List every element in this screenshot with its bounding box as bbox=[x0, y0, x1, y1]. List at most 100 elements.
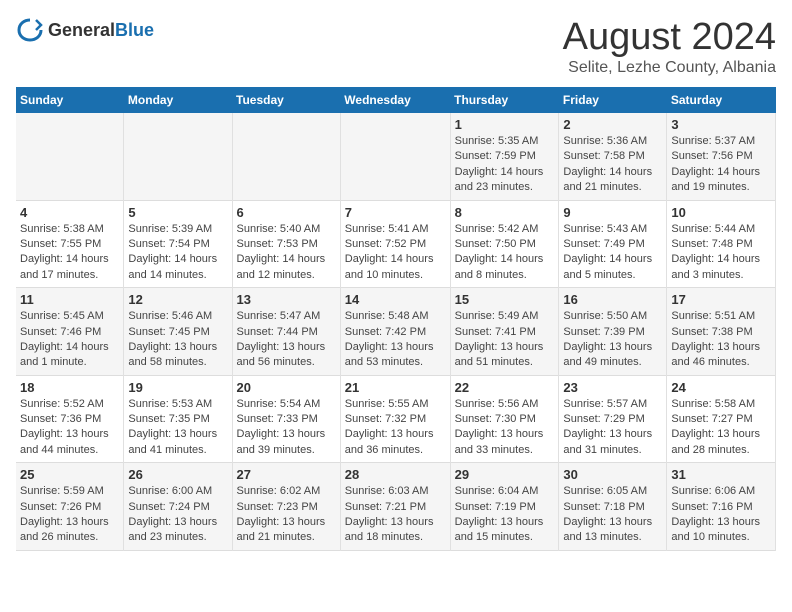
calendar-cell: 17 Sunrise: 5:51 AM Sunset: 7:38 PM Dayli… bbox=[667, 288, 776, 376]
calendar-cell: 13 Sunrise: 5:47 AM Sunset: 7:44 PM Dayli… bbox=[232, 288, 340, 376]
logo-blue-text: Blue bbox=[115, 20, 154, 40]
day-info: Sunrise: 5:38 AM Sunset: 7:55 PM Dayligh… bbox=[20, 222, 119, 284]
calendar-cell: 26 Sunrise: 6:00 AM Sunset: 7:24 PM Dayli… bbox=[124, 463, 232, 551]
title-area: August 2024 Selite, Lezhe County, Albani… bbox=[563, 16, 776, 77]
day-number: 9 bbox=[563, 205, 662, 220]
week-row-1: 1 Sunrise: 5:35 AM Sunset: 7:59 PM Daylig… bbox=[16, 113, 776, 200]
day-info: Sunrise: 5:35 AM Sunset: 7:59 PM Dayligh… bbox=[455, 134, 555, 196]
weekday-header-wednesday: Wednesday bbox=[340, 87, 450, 113]
day-number: 8 bbox=[455, 205, 555, 220]
calendar-cell: 4 Sunrise: 5:38 AM Sunset: 7:55 PM Daylig… bbox=[16, 200, 124, 288]
calendar-cell bbox=[16, 113, 124, 200]
day-info: Sunrise: 5:45 AM Sunset: 7:46 PM Dayligh… bbox=[20, 309, 119, 371]
day-info: Sunrise: 6:03 AM Sunset: 7:21 PM Dayligh… bbox=[345, 484, 446, 546]
day-number: 4 bbox=[20, 205, 119, 220]
day-number: 26 bbox=[128, 467, 227, 482]
calendar-cell bbox=[340, 113, 450, 200]
day-info: Sunrise: 5:54 AM Sunset: 7:33 PM Dayligh… bbox=[237, 397, 336, 459]
day-number: 27 bbox=[237, 467, 336, 482]
day-number: 3 bbox=[671, 117, 771, 132]
day-number: 1 bbox=[455, 117, 555, 132]
day-info: Sunrise: 6:05 AM Sunset: 7:18 PM Dayligh… bbox=[563, 484, 662, 546]
calendar-cell: 29 Sunrise: 6:04 AM Sunset: 7:19 PM Dayli… bbox=[450, 463, 559, 551]
calendar-cell: 15 Sunrise: 5:49 AM Sunset: 7:41 PM Dayli… bbox=[450, 288, 559, 376]
calendar-cell: 20 Sunrise: 5:54 AM Sunset: 7:33 PM Dayli… bbox=[232, 375, 340, 463]
calendar-cell: 23 Sunrise: 5:57 AM Sunset: 7:29 PM Dayli… bbox=[559, 375, 667, 463]
weekday-header-sunday: Sunday bbox=[16, 87, 124, 113]
day-number: 14 bbox=[345, 292, 446, 307]
day-number: 13 bbox=[237, 292, 336, 307]
day-number: 19 bbox=[128, 380, 227, 395]
day-number: 31 bbox=[671, 467, 771, 482]
calendar-table: SundayMondayTuesdayWednesdayThursdayFrid… bbox=[16, 87, 776, 551]
day-info: Sunrise: 5:52 AM Sunset: 7:36 PM Dayligh… bbox=[20, 397, 119, 459]
calendar-cell: 19 Sunrise: 5:53 AM Sunset: 7:35 PM Dayli… bbox=[124, 375, 232, 463]
weekday-header-tuesday: Tuesday bbox=[232, 87, 340, 113]
day-number: 23 bbox=[563, 380, 662, 395]
calendar-cell: 8Sunrise: 5:42 AM Sunset: 7:50 PM Daylig… bbox=[450, 200, 559, 288]
day-number: 15 bbox=[455, 292, 555, 307]
main-title: August 2024 bbox=[563, 16, 776, 59]
calendar-cell: 16 Sunrise: 5:50 AM Sunset: 7:39 PM Dayli… bbox=[559, 288, 667, 376]
calendar-cell: 14 Sunrise: 5:48 AM Sunset: 7:42 PM Dayli… bbox=[340, 288, 450, 376]
week-row-4: 18 Sunrise: 5:52 AM Sunset: 7:36 PM Dayli… bbox=[16, 375, 776, 463]
calendar-cell: 1 Sunrise: 5:35 AM Sunset: 7:59 PM Daylig… bbox=[450, 113, 559, 200]
day-info: Sunrise: 6:04 AM Sunset: 7:19 PM Dayligh… bbox=[455, 484, 555, 546]
logo-icon bbox=[16, 16, 44, 44]
day-number: 10 bbox=[671, 205, 771, 220]
calendar-cell: 12 Sunrise: 5:46 AM Sunset: 7:45 PM Dayli… bbox=[124, 288, 232, 376]
day-number: 28 bbox=[345, 467, 446, 482]
calendar-cell: 6 Sunrise: 5:40 AM Sunset: 7:53 PM Daylig… bbox=[232, 200, 340, 288]
calendar-cell: 10 Sunrise: 5:44 AM Sunset: 7:48 PM Dayli… bbox=[667, 200, 776, 288]
day-info: Sunrise: 6:06 AM Sunset: 7:16 PM Dayligh… bbox=[671, 484, 771, 546]
calendar-cell: 7 Sunrise: 5:41 AM Sunset: 7:52 PM Daylig… bbox=[340, 200, 450, 288]
calendar-cell: 28 Sunrise: 6:03 AM Sunset: 7:21 PM Dayli… bbox=[340, 463, 450, 551]
page-header: GeneralBlue August 2024 Selite, Lezhe Co… bbox=[16, 16, 776, 77]
calendar-cell: 18 Sunrise: 5:52 AM Sunset: 7:36 PM Dayli… bbox=[16, 375, 124, 463]
day-info: Sunrise: 5:53 AM Sunset: 7:35 PM Dayligh… bbox=[128, 397, 227, 459]
day-number: 17 bbox=[671, 292, 771, 307]
day-info: Sunrise: 5:51 AM Sunset: 7:38 PM Dayligh… bbox=[671, 309, 771, 371]
day-info: Sunrise: 5:50 AM Sunset: 7:39 PM Dayligh… bbox=[563, 309, 662, 371]
day-info: Sunrise: 5:41 AM Sunset: 7:52 PM Dayligh… bbox=[345, 222, 446, 284]
day-info: Sunrise: 5:58 AM Sunset: 7:27 PM Dayligh… bbox=[671, 397, 771, 459]
day-info: Sunrise: 5:57 AM Sunset: 7:29 PM Dayligh… bbox=[563, 397, 662, 459]
weekday-header-monday: Monday bbox=[124, 87, 232, 113]
day-info: Sunrise: 5:48 AM Sunset: 7:42 PM Dayligh… bbox=[345, 309, 446, 371]
day-info: Sunrise: 5:43 AM Sunset: 7:49 PM Dayligh… bbox=[563, 222, 662, 284]
week-row-5: 25Sunrise: 5:59 AM Sunset: 7:26 PM Dayli… bbox=[16, 463, 776, 551]
day-info: Sunrise: 6:00 AM Sunset: 7:24 PM Dayligh… bbox=[128, 484, 227, 546]
day-info: Sunrise: 5:55 AM Sunset: 7:32 PM Dayligh… bbox=[345, 397, 446, 459]
calendar-cell: 2Sunrise: 5:36 AM Sunset: 7:58 PM Daylig… bbox=[559, 113, 667, 200]
day-number: 29 bbox=[455, 467, 555, 482]
day-info: Sunrise: 5:46 AM Sunset: 7:45 PM Dayligh… bbox=[128, 309, 227, 371]
day-number: 7 bbox=[345, 205, 446, 220]
week-row-3: 11Sunrise: 5:45 AM Sunset: 7:46 PM Dayli… bbox=[16, 288, 776, 376]
day-number: 6 bbox=[237, 205, 336, 220]
calendar-cell: 21 Sunrise: 5:55 AM Sunset: 7:32 PM Dayli… bbox=[340, 375, 450, 463]
day-number: 30 bbox=[563, 467, 662, 482]
day-info: Sunrise: 5:47 AM Sunset: 7:44 PM Dayligh… bbox=[237, 309, 336, 371]
day-number: 25 bbox=[20, 467, 119, 482]
day-info: Sunrise: 5:44 AM Sunset: 7:48 PM Dayligh… bbox=[671, 222, 771, 284]
calendar-cell: 5Sunrise: 5:39 AM Sunset: 7:54 PM Daylig… bbox=[124, 200, 232, 288]
logo-general-text: General bbox=[48, 20, 115, 40]
calendar-cell: 3Sunrise: 5:37 AM Sunset: 7:56 PM Daylig… bbox=[667, 113, 776, 200]
calendar-cell bbox=[232, 113, 340, 200]
day-number: 12 bbox=[128, 292, 227, 307]
day-number: 16 bbox=[563, 292, 662, 307]
calendar-cell: 30 Sunrise: 6:05 AM Sunset: 7:18 PM Dayli… bbox=[559, 463, 667, 551]
day-number: 20 bbox=[237, 380, 336, 395]
day-info: Sunrise: 5:40 AM Sunset: 7:53 PM Dayligh… bbox=[237, 222, 336, 284]
day-number: 21 bbox=[345, 380, 446, 395]
weekday-header-row: SundayMondayTuesdayWednesdayThursdayFrid… bbox=[16, 87, 776, 113]
weekday-header-thursday: Thursday bbox=[450, 87, 559, 113]
calendar-cell: 27Sunrise: 6:02 AM Sunset: 7:23 PM Dayli… bbox=[232, 463, 340, 551]
day-number: 2 bbox=[563, 117, 662, 132]
day-number: 5 bbox=[128, 205, 227, 220]
week-row-2: 4 Sunrise: 5:38 AM Sunset: 7:55 PM Daylig… bbox=[16, 200, 776, 288]
calendar-cell: 22Sunrise: 5:56 AM Sunset: 7:30 PM Dayli… bbox=[450, 375, 559, 463]
day-info: Sunrise: 5:56 AM Sunset: 7:30 PM Dayligh… bbox=[455, 397, 555, 459]
day-number: 18 bbox=[20, 380, 119, 395]
day-info: Sunrise: 5:49 AM Sunset: 7:41 PM Dayligh… bbox=[455, 309, 555, 371]
